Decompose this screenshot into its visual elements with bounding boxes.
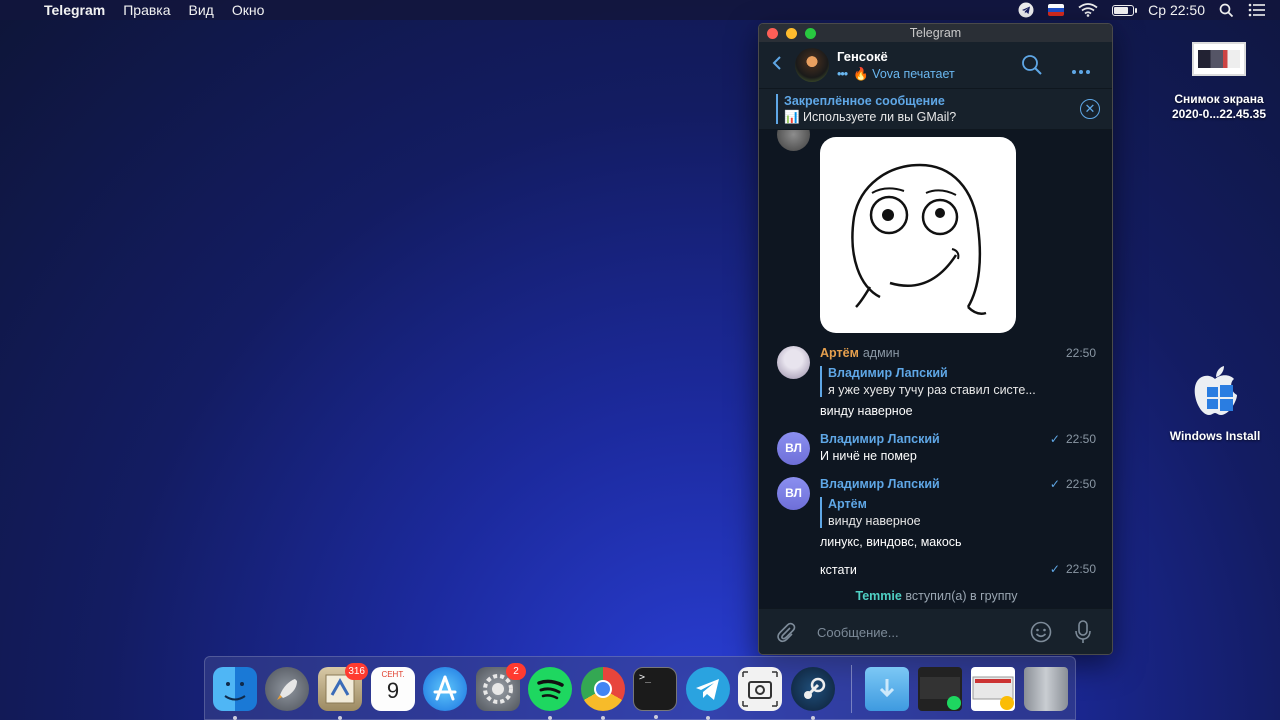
telegram-status-icon[interactable] — [1018, 2, 1034, 18]
battery-icon[interactable] — [1112, 4, 1138, 16]
screenshot-label-line2: 2020-0...22.45.35 — [1171, 107, 1267, 121]
read-check-icon: ✓ — [1049, 562, 1060, 576]
service-message-joined: Temmie вступил(а) в группу — [855, 589, 1018, 603]
window-title: Telegram — [909, 26, 962, 40]
microphone-icon[interactable] — [1074, 620, 1092, 649]
menu-view[interactable]: Вид — [189, 2, 214, 18]
steam-icon[interactable] — [791, 667, 835, 720]
launchpad-rocket-icon[interactable] — [265, 667, 309, 711]
message-sender[interactable]: Владимир Лапский — [820, 432, 940, 446]
message-input[interactable] — [817, 622, 1017, 642]
message-time: ✓ 22:50 — [1049, 562, 1096, 576]
close-pinned-icon[interactable]: ✕ — [1080, 99, 1100, 119]
chrome-icon[interactable] — [581, 667, 625, 720]
windows-install-icon — [1187, 365, 1243, 421]
message-text: И ничё не помер — [820, 449, 917, 463]
chat-info[interactable]: Генсокё ••• 🔥 Vova печатает — [837, 49, 955, 82]
sticker-message — [759, 130, 1112, 340]
mail-unread-badge: 316 — [345, 663, 368, 680]
terminal-icon[interactable]: >_ — [633, 667, 677, 719]
mail-stamp-icon[interactable]: 316 — [318, 663, 368, 720]
wifi-icon[interactable] — [1078, 3, 1098, 17]
pinned-accent-bar — [776, 94, 778, 124]
desktop-screenshot-file[interactable]: Снимок экрана 2020-0...22.45.35 — [1160, 42, 1278, 122]
reply-quote[interactable]: Владимир Лапский я уже хуеву тучу раз ст… — [820, 366, 1036, 397]
back-chevron-icon[interactable] — [759, 54, 795, 77]
message-vladimir-1[interactable]: ВЛ Владимир Лапский ✓ 22:50 И ничё не пом… — [759, 430, 1112, 470]
screenshot-thumbnail-icon — [1192, 42, 1246, 76]
chrome-window-thumbnail-icon[interactable] — [971, 667, 1015, 711]
dock-separator — [851, 665, 852, 713]
menu-window[interactable]: Окно — [232, 2, 265, 18]
admin-role-label: админ — [862, 346, 900, 360]
read-check-icon: ✓ — [1049, 432, 1060, 446]
message-text: винду наверное — [820, 404, 913, 418]
reply-text: я уже хуеву тучу раз ставил систе... — [828, 383, 1036, 397]
spotlight-search-icon[interactable] — [1219, 3, 1234, 18]
emoji-icon[interactable] — [1030, 621, 1052, 648]
menu-edit[interactable]: Правка — [123, 2, 170, 18]
meme-sticker[interactable] — [820, 137, 1016, 333]
message-time: ✓ 22:50 — [1049, 432, 1096, 446]
message-text: линукс, виндовс, макось — [820, 535, 962, 549]
sender-avatar[interactable]: ВЛ — [777, 432, 810, 465]
desktop-windows-install[interactable]: Windows Install — [1160, 365, 1270, 444]
input-source-flag-icon[interactable] — [1048, 4, 1065, 16]
message-artem[interactable]: Артём админ 22:50 Владимир Лапский я уже … — [759, 344, 1112, 424]
telegram-window: Telegram Генсокё ••• 🔥 Vova печатает Закр… — [758, 23, 1113, 655]
menu-app-name[interactable]: Telegram — [44, 2, 105, 18]
finder-icon[interactable] — [213, 667, 257, 720]
sender-avatar[interactable]: ВЛ — [777, 477, 810, 510]
message-text: кстати — [820, 563, 857, 577]
reply-sender: Артём — [828, 497, 867, 511]
telegram-dock-icon[interactable] — [686, 667, 730, 720]
dock: 316 СЕНТ. 9 2 >_ — [204, 656, 1076, 720]
message-sender[interactable]: Владимир Лапский — [820, 477, 940, 491]
system-preferences-gear-icon[interactable]: 2 — [476, 663, 526, 711]
message-time: ✓ 22:50 — [1049, 477, 1096, 491]
read-check-icon: ✓ — [1049, 477, 1060, 491]
chat-header: Генсокё ••• 🔥 Vova печатает — [759, 42, 1112, 88]
calendar-icon[interactable]: СЕНТ. 9 — [371, 667, 415, 711]
search-icon[interactable] — [1021, 54, 1043, 81]
message-vladimir-3[interactable]: ✓ 22:50 кстати — [759, 560, 1112, 582]
message-vladimir-2[interactable]: ВЛ Владимир Лапский ✓ 22:50 Артём винду н… — [759, 475, 1112, 555]
joined-user-name[interactable]: Temmie — [856, 589, 902, 603]
downloads-folder-icon[interactable] — [865, 667, 909, 711]
spotify-window-thumbnail-icon[interactable] — [918, 667, 962, 711]
reply-sender: Владимир Лапский — [828, 366, 948, 380]
more-options-icon[interactable] — [1071, 62, 1091, 80]
reply-text: винду наверное — [828, 514, 921, 528]
screenshot-app-icon[interactable] — [738, 667, 782, 711]
trash-icon[interactable] — [1024, 667, 1068, 711]
chat-name: Генсокё — [837, 48, 888, 64]
typing-dots-icon: ••• — [837, 66, 848, 81]
spotify-icon[interactable] — [528, 667, 572, 720]
sender-avatar[interactable] — [777, 346, 810, 379]
terminal-prompt-glyph: >_ — [639, 672, 652, 683]
reply-quote[interactable]: Артём винду наверное — [820, 497, 921, 528]
screenshot-label-line1: Снимок экрана — [1174, 92, 1264, 106]
message-list[interactable]: Артём админ 22:50 Владимир Лапский я уже … — [759, 130, 1112, 610]
menu-bar: Telegram Правка Вид Окно Ср 22:50 — [0, 0, 1280, 20]
chat-typing-status: ••• 🔥 Vova печатает — [837, 66, 955, 81]
window-titlebar[interactable]: Telegram — [759, 24, 1112, 42]
menu-clock[interactable]: Ср 22:50 — [1148, 2, 1205, 18]
message-composer — [759, 608, 1112, 654]
message-sender[interactable]: Артём админ — [820, 346, 900, 360]
attach-clip-icon[interactable] — [775, 621, 797, 648]
calendar-day: 9 — [386, 678, 400, 703]
message-time: 22:50 — [1065, 346, 1096, 360]
windows-install-label: Windows Install — [1169, 429, 1261, 443]
notification-center-icon[interactable] — [1248, 3, 1266, 17]
pinned-message-bar[interactable]: Закреплённое сообщение 📊 Используете ли … — [759, 88, 1112, 130]
chat-avatar[interactable] — [795, 48, 829, 82]
app-store-icon[interactable] — [423, 667, 467, 711]
settings-update-badge: 2 — [506, 663, 526, 680]
sender-avatar[interactable] — [777, 130, 810, 151]
pinned-title: Закреплённое сообщение — [784, 93, 945, 108]
pinned-text: 📊 Используете ли вы GMail? — [784, 109, 957, 124]
